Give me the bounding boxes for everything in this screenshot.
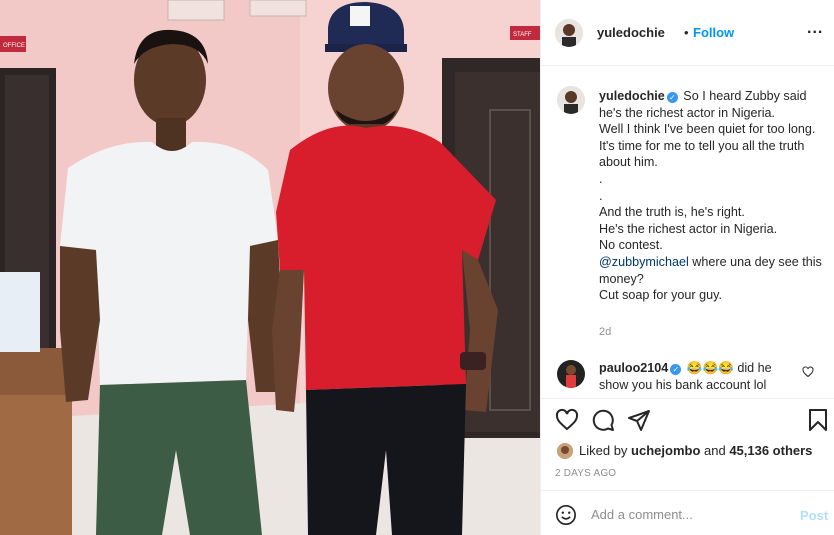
wall-sign-right-text: STAFF: [513, 32, 532, 38]
caption-line: No contest.: [599, 238, 663, 253]
more-icon[interactable]: ...: [807, 20, 823, 38]
caption-line: Well I think I've been quiet for too lon…: [599, 122, 816, 137]
photo-illustration: OFFICE STAFF: [0, 0, 540, 535]
liker-avatar[interactable]: [557, 443, 573, 459]
comment-like-heart-icon[interactable]: [802, 365, 814, 383]
caption-line: It's time for me to tell you all the tru…: [599, 138, 805, 170]
caption-line: Cut soap for your guy.: [599, 288, 722, 303]
post-sidebar: yuledochie • Follow ... yuledochie ✓ So I…: [540, 0, 834, 535]
caption-username[interactable]: yuledochie: [599, 89, 665, 103]
comment-icon[interactable]: [591, 408, 615, 437]
likes-summary: Liked by uchejombo and 45,136 others: [541, 438, 834, 464]
bookmark-icon[interactable]: [807, 408, 829, 437]
caption-age[interactable]: 2d: [599, 326, 611, 338]
author-avatar[interactable]: [555, 19, 583, 47]
author-username[interactable]: yuledochie: [597, 25, 665, 40]
post-comment-button[interactable]: Post: [800, 508, 828, 523]
wall-sign-left-text: OFFICE: [3, 43, 25, 49]
heart-icon[interactable]: [555, 408, 579, 437]
share-icon[interactable]: [627, 408, 651, 437]
likes-text: Liked by uchejombo and 45,136 others: [579, 443, 812, 458]
caption-mention-link[interactable]: @zubbymichael: [599, 255, 689, 269]
follow-button[interactable]: Follow: [693, 25, 734, 40]
verified-badge-icon: ✓: [666, 92, 678, 103]
likes-prefix: Liked by: [579, 443, 632, 458]
caption-line: And the truth is, he's right.: [599, 205, 745, 220]
post-timestamp[interactable]: 2 DAYS AGO: [555, 468, 616, 479]
comment-item: pauloo2104 ✓ 😂😂😂 did he show you his bank…: [541, 355, 834, 395]
post-photo[interactable]: OFFICE STAFF: [0, 0, 540, 535]
liker-username[interactable]: uchejombo: [631, 443, 700, 458]
commenter-avatar[interactable]: [557, 360, 585, 388]
action-bar: [541, 398, 834, 440]
caption-line: .: [599, 188, 603, 203]
add-comment-input[interactable]: [589, 503, 789, 525]
caption-line: He's the richest actor in Nigeria.: [599, 221, 778, 236]
comment-text: pauloo2104 ✓ 😂😂😂 did he show you his bank…: [599, 360, 795, 393]
caption-line: .: [599, 171, 603, 186]
add-comment-bar: Post: [541, 490, 834, 535]
likes-middle: and: [700, 443, 730, 458]
separator-dot: •: [684, 25, 689, 40]
caption-text: yuledochie ✓ So I heard Zubby said he's t…: [599, 88, 827, 304]
emoji-icon[interactable]: [555, 504, 577, 531]
likes-count[interactable]: 45,136 others: [729, 443, 812, 458]
caption-avatar[interactable]: [557, 86, 585, 114]
verified-badge-icon: ✓: [670, 364, 682, 375]
instagram-post-modal: OFFICE STAFF yuledochie • Follow ... yul…: [0, 0, 834, 535]
commenter-username[interactable]: pauloo2104: [599, 361, 668, 375]
post-header: yuledochie • Follow ...: [541, 0, 834, 66]
